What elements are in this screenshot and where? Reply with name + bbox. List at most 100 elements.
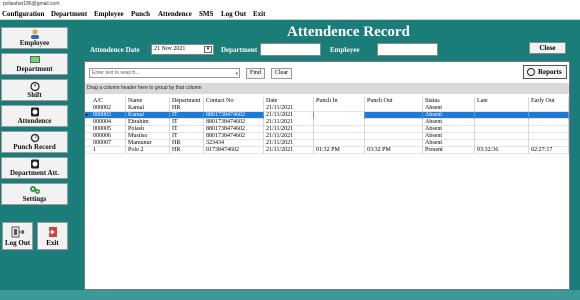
cell-punch-in[interactable] xyxy=(314,105,365,112)
cell-early-out[interactable] xyxy=(529,112,569,119)
cell-ac[interactable]: 000003 xyxy=(91,112,126,119)
cell-date[interactable]: 21/11/2021 xyxy=(264,105,314,112)
menu-log-out[interactable]: Log Out xyxy=(221,9,246,19)
cell-ac[interactable]: 000005 xyxy=(91,126,126,133)
cell-ac[interactable]: 1 xyxy=(91,147,126,154)
search-dropdown-icon[interactable]: ▾ xyxy=(235,70,238,78)
cell-status[interactable]: Absent xyxy=(423,126,475,133)
group-by-bar[interactable]: Drag a column header here to group by th… xyxy=(85,83,569,94)
cell-name[interactable]: Ebrahim xyxy=(126,119,170,126)
cell-name[interactable]: Kamal xyxy=(126,112,170,119)
cell-ac[interactable]: 000007 xyxy=(91,140,126,147)
cell-date[interactable]: 21/11/2021 xyxy=(264,126,314,133)
cell-punch-out[interactable] xyxy=(365,140,423,147)
cell-contact-no[interactable]: 01738474602 xyxy=(204,147,264,154)
table-row[interactable]: 000004 Ebrahim IT 8801738474602 21/11/2021 Ab… xyxy=(85,119,569,126)
cell-date[interactable]: 21/11/2021 xyxy=(264,147,314,154)
menu-attendence[interactable]: Attendence xyxy=(158,9,192,19)
cell-early-out[interactable] xyxy=(529,126,569,133)
menu-employee[interactable]: Employee xyxy=(94,9,124,19)
search-input[interactable]: Enter text to search... ▾ xyxy=(89,68,240,78)
clear-button[interactable]: Clear xyxy=(271,68,292,79)
calendar-dropdown-icon[interactable]: ▾ xyxy=(204,46,212,53)
cell-name[interactable]: Polash xyxy=(126,126,170,133)
cell-early-out[interactable] xyxy=(529,119,569,126)
cell-status[interactable]: Absent xyxy=(423,112,475,119)
column-header-date[interactable]: Date xyxy=(264,97,314,105)
cell-late[interactable] xyxy=(475,140,529,147)
table-row[interactable]: 000005 Polash IT 8801738474602 21/11/2021 Abs… xyxy=(85,126,569,133)
table-row[interactable]: ▸ 000003 Kamal IT 8801738474602 21/11/2021 Abs… xyxy=(85,112,569,119)
column-header-ac[interactable]: A/C xyxy=(91,97,126,105)
cell-department[interactable]: IT xyxy=(170,126,204,133)
cell-department[interactable]: IT xyxy=(170,133,204,140)
cell-department[interactable]: IT xyxy=(170,119,204,126)
reports-button[interactable]: Reports xyxy=(523,65,567,79)
sidebar-item-employee[interactable]: Employee xyxy=(1,27,68,49)
table-row[interactable]: 000006 Mustiso IT 8801738474602 21/11/2021 Ab… xyxy=(85,133,569,140)
cell-early-out[interactable] xyxy=(529,105,569,112)
table-row[interactable]: 000007 Mamunur HR 323434 21/11/2021 Absent xyxy=(85,140,569,147)
cell-late[interactable]: 03:32:36 xyxy=(475,147,529,154)
table-row[interactable]: 000002 Kamal HR 21/11/2021 Absent xyxy=(85,105,569,112)
sidebar-item-shift[interactable]: Shift xyxy=(1,79,68,101)
employee-field[interactable] xyxy=(377,43,438,56)
cell-department[interactable]: IT xyxy=(170,112,204,119)
department-field[interactable] xyxy=(260,43,321,56)
cell-name[interactable]: Mustiso xyxy=(126,133,170,140)
menu-sms[interactable]: SMS xyxy=(199,9,213,19)
cell-contact-no[interactable]: 8801738474602 xyxy=(204,119,264,126)
cell-punch-out[interactable] xyxy=(365,112,423,119)
cell-contact-no[interactable]: 8801738474602 xyxy=(204,133,264,140)
cell-punch-out[interactable] xyxy=(365,133,423,140)
cell-department[interactable]: HR xyxy=(170,105,204,112)
cell-early-out[interactable] xyxy=(529,133,569,140)
column-header-department[interactable]: Department xyxy=(170,97,204,105)
cell-department[interactable]: HR xyxy=(170,140,204,147)
column-header-late[interactable]: Late xyxy=(475,97,529,105)
cell-punch-in[interactable]: 01:32 PM xyxy=(314,147,365,154)
cell-punch-in[interactable] xyxy=(314,112,365,119)
log-out-button[interactable]: Log Out xyxy=(2,222,33,250)
column-header-punch-in[interactable]: Punch In xyxy=(314,97,365,105)
cell-punch-out[interactable]: 03:32 PM xyxy=(365,147,423,154)
cell-ac[interactable]: 000002 xyxy=(91,105,126,112)
cell-status[interactable]: Present xyxy=(423,147,475,154)
attendence-date-picker[interactable]: 21 Nov 2021 ▾ xyxy=(151,44,214,55)
cell-contact-no[interactable]: 8801738474602 xyxy=(204,126,264,133)
cell-date[interactable]: 21/11/2021 xyxy=(264,140,314,147)
column-header-status[interactable]: Status xyxy=(423,97,475,105)
cell-punch-in[interactable] xyxy=(314,126,365,133)
column-header-contact-no[interactable]: Contact No xyxy=(204,97,264,105)
sidebar-item-settings[interactable]: Settings xyxy=(1,183,68,205)
close-button[interactable]: Close xyxy=(529,42,566,54)
cell-late[interactable] xyxy=(475,119,529,126)
cell-ac[interactable]: 000006 xyxy=(91,133,126,140)
cell-date[interactable]: 21/11/2021 xyxy=(264,133,314,140)
cell-department[interactable]: HR xyxy=(170,147,204,154)
cell-early-out[interactable] xyxy=(529,140,569,147)
cell-ac[interactable]: 000004 xyxy=(91,119,126,126)
cell-date[interactable]: 21/11/2021 xyxy=(264,112,314,119)
cell-late[interactable] xyxy=(475,112,529,119)
cell-punch-out[interactable] xyxy=(365,119,423,126)
find-button[interactable]: Find xyxy=(246,68,265,79)
column-header-name[interactable]: Name xyxy=(126,97,170,105)
cell-status[interactable]: Absent xyxy=(423,140,475,147)
cell-status[interactable]: Absent xyxy=(423,119,475,126)
column-header-punch-out[interactable]: Punch Out xyxy=(365,97,423,105)
cell-status[interactable]: Absent xyxy=(423,105,475,112)
menu-department[interactable]: Department xyxy=(51,9,87,19)
cell-contact-no[interactable]: 8801738474602 xyxy=(204,112,264,119)
cell-punch-in[interactable] xyxy=(314,140,365,147)
cell-late[interactable] xyxy=(475,126,529,133)
cell-contact-no[interactable]: 323434 xyxy=(204,140,264,147)
column-header-early-out[interactable]: Early Out xyxy=(529,97,569,105)
menu-configuration[interactable]: Configuration xyxy=(2,9,44,19)
sidebar-item-attendence[interactable]: Attendence xyxy=(1,105,68,127)
cell-name[interactable]: Mamunur xyxy=(126,140,170,147)
cell-status[interactable]: Absent xyxy=(423,133,475,140)
sidebar-item-punch-record[interactable]: Punch Record xyxy=(1,131,68,153)
cell-contact-no[interactable] xyxy=(204,105,264,112)
cell-punch-out[interactable] xyxy=(365,126,423,133)
